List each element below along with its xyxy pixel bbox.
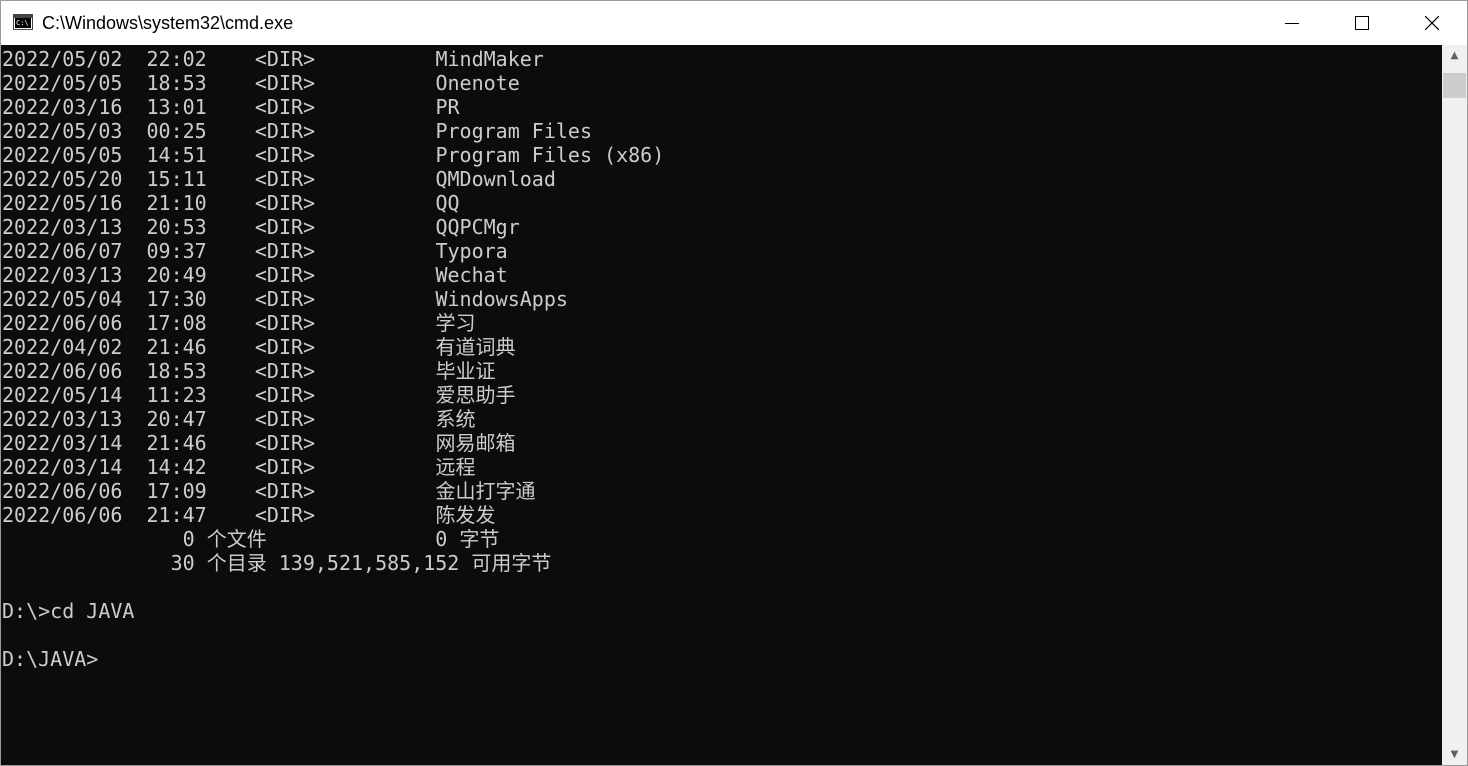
console-line: 2022/06/06 17:09 <DIR> 金山打字通: [2, 479, 536, 503]
console-line: 2022/06/06 21:47 <DIR> 陈发发: [2, 503, 496, 527]
console-line: 2022/05/16 21:10 <DIR> QQ: [2, 191, 460, 215]
window-title: C:\Windows\system32\cmd.exe: [42, 13, 294, 33]
console-line: 2022/06/06 18:53 <DIR> 毕业证: [2, 359, 496, 383]
console-line: 2022/05/05 14:51 <DIR> Program Files (x8…: [2, 143, 665, 167]
close-icon: [1425, 16, 1439, 30]
console-line: 2022/05/14 11:23 <DIR> 爱思助手: [2, 383, 516, 407]
console-line: 2022/04/02 21:46 <DIR> 有道词典: [2, 335, 516, 359]
console-line: 2022/05/02 22:02 <DIR> MindMaker: [2, 47, 544, 71]
console-line: 2022/06/07 09:37 <DIR> Typora: [2, 239, 508, 263]
minimize-icon: [1285, 23, 1299, 24]
close-button[interactable]: [1397, 1, 1467, 45]
console-output[interactable]: 2022/05/02 22:02 <DIR> MindMaker 2022/05/…: [1, 45, 1441, 765]
title-bar[interactable]: C:\ C:\Windows\system32\cmd.exe: [1, 1, 1467, 45]
maximize-icon: [1355, 16, 1369, 30]
vertical-scrollbar[interactable]: ▲ ▼: [1442, 45, 1467, 765]
console-line: 2022/05/20 15:11 <DIR> QMDownload: [2, 167, 556, 191]
console-line: 30 个目录 139,521,585,152 可用字节: [2, 551, 552, 575]
console-line: 2022/03/13 20:47 <DIR> 系统: [2, 407, 476, 431]
console-line: 2022/03/13 20:53 <DIR> QQPCMgr: [2, 215, 520, 239]
console-line: 2022/03/14 14:42 <DIR> 远程: [2, 455, 476, 479]
minimize-button[interactable]: [1257, 1, 1327, 45]
console-line: 2022/06/06 17:08 <DIR> 学习: [2, 311, 476, 335]
console-line: 2022/03/13 20:49 <DIR> Wechat: [2, 263, 508, 287]
scroll-thumb[interactable]: [1443, 73, 1466, 98]
console-line: 2022/03/14 21:46 <DIR> 网易邮箱: [2, 431, 516, 455]
console-line: 2022/05/04 17:30 <DIR> WindowsApps: [2, 287, 568, 311]
console-line: D:\JAVA>: [2, 647, 99, 671]
console-line: 2022/05/05 18:53 <DIR> Onenote: [2, 71, 520, 95]
scroll-up-arrow-icon[interactable]: ▲: [1442, 47, 1467, 64]
cmd-window: C:\ C:\Windows\system32\cmd.exe 2022/05/…: [0, 0, 1468, 766]
scroll-down-arrow-icon[interactable]: ▼: [1442, 746, 1467, 763]
console-line: D:\>cd JAVA: [2, 599, 135, 623]
console-line: 0 个文件 0 字节: [2, 527, 500, 551]
cmd-icon[interactable]: C:\: [13, 14, 33, 30]
console-text: 2022/05/02 22:02 <DIR> MindMaker 2022/05/…: [2, 47, 664, 671]
maximize-button[interactable]: [1327, 1, 1397, 45]
console-line: 2022/03/16 13:01 <DIR> PR: [2, 95, 460, 119]
console-line: 2022/05/03 00:25 <DIR> Program Files: [2, 119, 593, 143]
